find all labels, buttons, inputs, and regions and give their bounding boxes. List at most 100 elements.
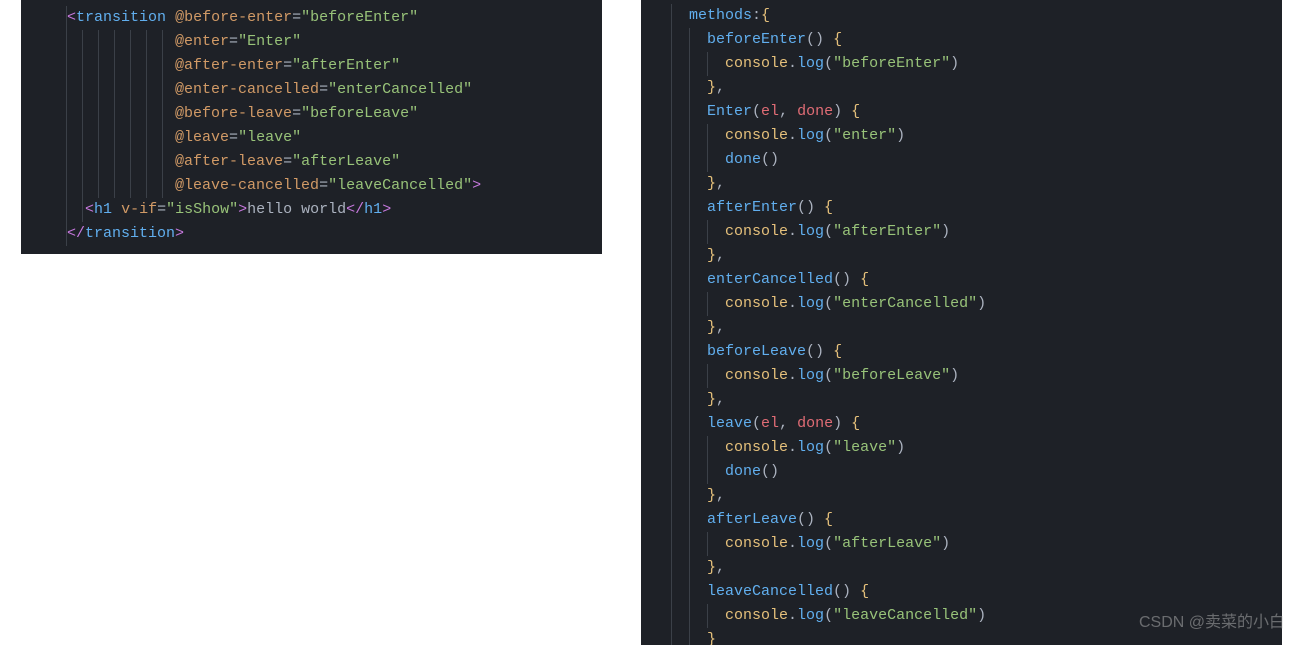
code-token: .	[788, 367, 797, 384]
code-token: =	[157, 201, 166, 218]
code-token: "beforeEnter"	[833, 55, 950, 72]
indent-guide	[689, 148, 690, 172]
code-line: </transition>	[21, 222, 602, 246]
code-token: log	[797, 55, 824, 72]
indent-guide	[162, 30, 163, 54]
indent-guide	[146, 102, 147, 126]
code-token: >	[238, 201, 247, 218]
code-line: beforeEnter() {	[641, 28, 1282, 52]
indent-guide	[66, 54, 67, 78]
indent-guide	[689, 100, 690, 124]
indent-guide	[689, 628, 690, 645]
code-token: console	[725, 439, 788, 456]
code-line: },	[641, 484, 1282, 508]
code-token: {	[851, 415, 860, 432]
indent-guide	[671, 100, 672, 124]
code-token: ,	[779, 415, 797, 432]
code-pane-left: <transition @before-enter="beforeEnter" …	[21, 0, 602, 254]
code-token: "afterLeave"	[292, 153, 400, 170]
code-token: }	[707, 391, 716, 408]
code-line: <transition @before-enter="beforeEnter"	[21, 6, 602, 30]
code-token: console	[725, 55, 788, 72]
code-token: "leave"	[833, 439, 896, 456]
code-token: ,	[716, 319, 725, 336]
code-line: console.log("leaveCancelled")	[641, 604, 1282, 628]
indent-guide	[66, 126, 67, 150]
indent-guide	[671, 484, 672, 508]
code-token: console	[725, 535, 788, 552]
indent-guide	[671, 316, 672, 340]
code-token: hello world	[247, 201, 346, 218]
indent-guide	[707, 124, 708, 148]
indent-guide	[707, 460, 708, 484]
code-token: el	[761, 103, 779, 120]
indent-guide	[114, 174, 115, 198]
code-token: ()	[806, 343, 833, 360]
indent-guide	[98, 78, 99, 102]
code-token: "leaveCancelled"	[833, 607, 977, 624]
code-line: console.log("beforeEnter")	[641, 52, 1282, 76]
code-token: {	[833, 31, 842, 48]
code-token: ,	[716, 391, 725, 408]
indent-guide	[689, 484, 690, 508]
code-line: }	[641, 628, 1282, 645]
code-token: =	[283, 57, 292, 74]
code-token: .	[788, 295, 797, 312]
code-line: console.log("afterEnter")	[641, 220, 1282, 244]
code-token: console	[725, 127, 788, 144]
code-token: h1	[94, 201, 112, 218]
code-token: :	[752, 7, 761, 24]
code-token: }	[707, 175, 716, 192]
code-token: (	[824, 127, 833, 144]
indent-guide	[707, 52, 708, 76]
code-token: "enterCancelled"	[328, 81, 472, 98]
indent-guide	[689, 364, 690, 388]
code-token: el	[761, 415, 779, 432]
code-token: "enterCancelled"	[833, 295, 977, 312]
code-token: console	[725, 223, 788, 240]
indent-guide	[82, 54, 83, 78]
code-token: }	[707, 79, 716, 96]
code-line: console.log("leave")	[641, 436, 1282, 460]
indent-guide	[707, 532, 708, 556]
indent-guide	[98, 126, 99, 150]
indent-guide	[689, 292, 690, 316]
code-token: ()	[797, 199, 824, 216]
code-token: @enter	[175, 33, 229, 50]
code-token: {	[860, 271, 869, 288]
code-line: afterLeave() {	[641, 508, 1282, 532]
indent-guide	[66, 198, 67, 222]
code-line: @enter-cancelled="enterCancelled"	[21, 78, 602, 102]
indent-guide	[671, 4, 672, 28]
indent-guide	[146, 78, 147, 102]
code-token: (	[824, 367, 833, 384]
indent-guide	[689, 172, 690, 196]
code-line: leave(el, done) {	[641, 412, 1282, 436]
code-token: )	[833, 415, 851, 432]
indent-guide	[707, 148, 708, 172]
code-token: log	[797, 295, 824, 312]
code-token: {	[833, 343, 842, 360]
code-token: done	[797, 103, 833, 120]
code-token: )	[941, 535, 950, 552]
indent-guide	[162, 54, 163, 78]
code-token: log	[797, 607, 824, 624]
indent-guide	[130, 30, 131, 54]
indent-guide	[671, 196, 672, 220]
code-token: )	[896, 439, 905, 456]
code-token: log	[797, 535, 824, 552]
code-line: console.log("enter")	[641, 124, 1282, 148]
indent-guide	[82, 150, 83, 174]
code-line: @enter="Enter"	[21, 30, 602, 54]
indent-guide	[689, 508, 690, 532]
indent-guide	[82, 174, 83, 198]
indent-guide	[146, 150, 147, 174]
code-token: beforeLeave	[707, 343, 806, 360]
code-token	[166, 9, 175, 26]
indent-guide	[98, 30, 99, 54]
code-token: {	[824, 511, 833, 528]
code-line: Enter(el, done) {	[641, 100, 1282, 124]
indent-guide	[82, 198, 83, 222]
code-token: }	[707, 559, 716, 576]
indent-guide	[689, 196, 690, 220]
